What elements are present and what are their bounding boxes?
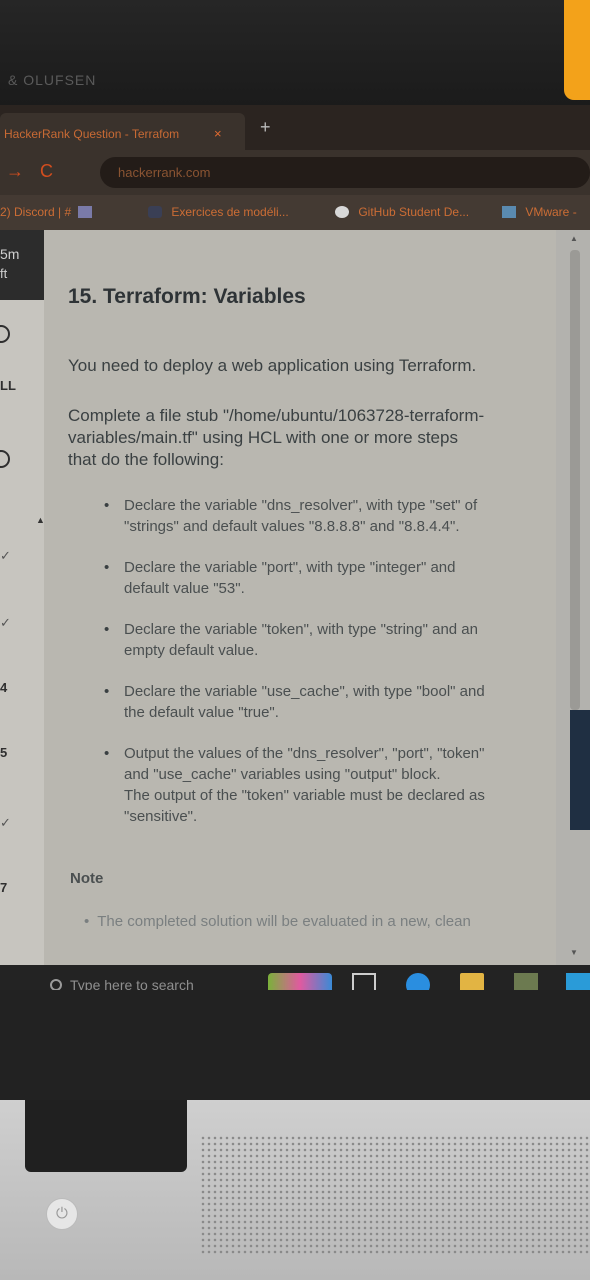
- search-highlight-icon: [268, 973, 332, 990]
- task-line: variables/main.tf" using HCL with one or…: [68, 428, 458, 447]
- screen: HackerRank Question - Terrafom × + → C h…: [0, 105, 590, 990]
- monitor-bezel: & OLUFSEN: [0, 0, 590, 105]
- step-line: Declare the variable "use_cache", with t…: [124, 683, 485, 700]
- file-explorer-icon[interactable]: [460, 973, 484, 990]
- question-number[interactable]: 7: [0, 880, 7, 895]
- scroll-down-icon[interactable]: ▼: [570, 948, 578, 957]
- scroll-up-icon[interactable]: ▲: [570, 234, 578, 243]
- timer-value: 5m: [0, 246, 20, 262]
- question-number[interactable]: 5: [0, 745, 7, 760]
- laptop-bezel: [0, 990, 590, 1100]
- scrollbar[interactable]: ▲ ▼: [556, 230, 590, 965]
- step-line: "strings" and default values "8.8.8.8" a…: [124, 518, 460, 535]
- monitor-brand: & OLUFSEN: [8, 72, 97, 88]
- background-object: [564, 0, 590, 100]
- question-title: 15. Terraform: Variables: [68, 285, 306, 308]
- question-sidebar: 5m ft LL ▲ ✓ ✓ 4 5 ✓ 7: [0, 230, 45, 965]
- page: 5m ft LL ▲ ✓ ✓ 4 5 ✓ 7 15. Terraform: Va…: [0, 230, 590, 965]
- step-line: the default value "true".: [124, 704, 279, 721]
- task-line: that do the following:: [68, 450, 224, 469]
- timer: 5m ft: [0, 230, 44, 300]
- mail-icon[interactable]: [566, 973, 590, 990]
- intro-text: You need to deploy a web application usi…: [68, 356, 477, 375]
- sidebar-label[interactable]: LL: [0, 378, 16, 393]
- check-icon: ✓: [0, 615, 11, 630]
- edge-browser-icon[interactable]: [406, 973, 430, 990]
- laptop-hinge: [25, 1100, 187, 1172]
- step-line: and "use_cache" variables using "output"…: [124, 766, 441, 783]
- step-line: Declare the variable "port", with type "…: [124, 559, 456, 576]
- step-line: empty default value.: [124, 642, 259, 659]
- list-item: Declare the variable "dns_resolver", wit…: [104, 495, 534, 537]
- search-icon: [50, 979, 62, 990]
- list-item: Declare the variable "use_cache", with t…: [104, 681, 534, 723]
- power-icon: ⏻: [56, 1205, 68, 1222]
- question-status-icon[interactable]: [0, 325, 10, 343]
- list-item: Output the values of the "dns_resolver",…: [104, 743, 534, 827]
- timer-unit: ft: [0, 266, 8, 281]
- list-item: The completed solution will be evaluated…: [84, 913, 471, 930]
- step-line: default value "53".: [124, 580, 245, 597]
- note-heading: Note: [70, 870, 104, 887]
- step-line: Output the values of the "dns_resolver",…: [124, 745, 485, 762]
- scrollbar-thumb[interactable]: [570, 250, 580, 710]
- task-line: Complete a file stub "/home/ubuntu/10637…: [68, 406, 485, 425]
- list-item: Declare the variable "port", with type "…: [104, 557, 534, 599]
- search-placeholder: Type here to search: [70, 977, 194, 990]
- step-line: The output of the "token" variable must …: [124, 787, 485, 804]
- side-panel: [570, 710, 590, 830]
- check-icon: ✓: [0, 815, 11, 830]
- question-number[interactable]: 4: [0, 680, 7, 695]
- store-icon[interactable]: [514, 973, 538, 990]
- list-item: Declare the variable "token", with type …: [104, 619, 534, 661]
- info-icon[interactable]: [0, 450, 10, 468]
- step-line: "sensitive".: [124, 808, 198, 825]
- task-text: Complete a file stub "/home/ubuntu/10637…: [68, 405, 538, 471]
- task-view-icon[interactable]: [352, 973, 376, 990]
- taskbar-search[interactable]: Type here to search: [50, 977, 194, 990]
- step-line: Declare the variable "token", with type …: [124, 621, 478, 638]
- step-line: Declare the variable "dns_resolver", wit…: [124, 497, 478, 514]
- check-icon: ✓: [0, 548, 11, 563]
- speaker-grille: [200, 1135, 590, 1255]
- power-button[interactable]: ⏻: [46, 1198, 78, 1230]
- forward-icon[interactable]: →: [6, 161, 24, 182]
- question-content: 15. Terraform: Variables You need to dep…: [44, 105, 556, 930]
- taskbar: Type here to search: [0, 965, 590, 990]
